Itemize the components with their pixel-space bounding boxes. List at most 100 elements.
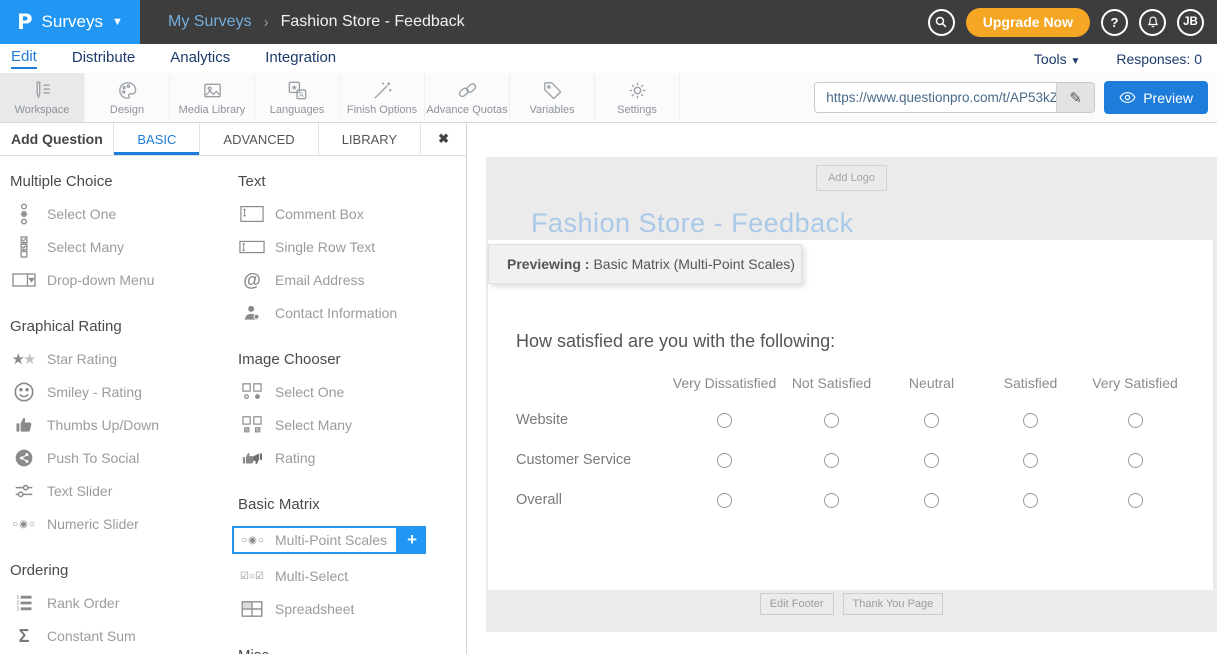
close-panel-button[interactable]: ✖ xyxy=(420,123,466,155)
at-icon: @ xyxy=(238,270,266,291)
topbar: P Surveys ▼ My Surveys › Fashion Store -… xyxy=(0,0,1217,44)
matrix-radio[interactable] xyxy=(1128,493,1143,508)
add-logo-button[interactable]: Add Logo xyxy=(816,165,887,191)
question-type-columns: Multiple Choice Select One Select Many xyxy=(0,156,466,654)
matrix-radio[interactable] xyxy=(717,493,732,508)
image-select-many-icon xyxy=(238,415,266,435)
matrix-radio[interactable] xyxy=(924,453,939,468)
edit-footer-button[interactable]: Edit Footer xyxy=(760,593,834,615)
nav-tab-analytics[interactable]: Analytics xyxy=(170,49,230,68)
matrix-row-label: Website xyxy=(516,400,668,440)
responses-count[interactable]: Responses: 0 xyxy=(1116,51,1202,67)
tab-basic[interactable]: BASIC xyxy=(113,123,199,155)
qtype-email-address[interactable]: @ Email Address xyxy=(238,269,466,291)
matrix-cell xyxy=(981,400,1080,440)
qtype-image-select-one[interactable]: Select One xyxy=(238,381,466,403)
matrix-radio[interactable] xyxy=(824,413,839,428)
survey-url-input[interactable] xyxy=(815,83,1056,112)
qtype-multi-select[interactable]: ☑○☑ Multi-Select xyxy=(238,565,466,587)
nav-tab-edit[interactable]: Edit xyxy=(11,48,37,69)
qtype-comment-box[interactable]: Comment Box xyxy=(238,203,466,225)
rank-order-icon: 123 xyxy=(10,593,38,613)
qtype-numeric-slider[interactable]: ○◉○ Numeric Slider xyxy=(10,513,238,535)
matrix-cell xyxy=(668,480,781,520)
qtype-single-row-text[interactable]: Single Row Text xyxy=(238,236,466,258)
topbar-actions: Upgrade Now ? JB xyxy=(928,8,1217,37)
tab-library[interactable]: LIBRARY xyxy=(318,123,420,155)
search-icon xyxy=(934,15,948,29)
toolbar-design[interactable]: Design xyxy=(85,73,170,122)
qtype-rank-order[interactable]: 123 Rank Order xyxy=(10,592,238,614)
toolbar-variables[interactable]: Variables xyxy=(510,73,595,122)
thumbs-up-icon xyxy=(10,415,38,435)
toolbar-languages[interactable]: ★ A Languages xyxy=(255,73,340,122)
qtype-image-rating[interactable]: Rating xyxy=(238,447,466,469)
matrix-radio[interactable] xyxy=(717,453,732,468)
qtype-multi-point-scales[interactable]: ○◉○ Multi-Point Scales + xyxy=(232,526,426,554)
multi-point-scales-box[interactable]: ○◉○ Multi-Point Scales xyxy=(232,526,398,554)
add-question-panel: Add Question BASIC ADVANCED LIBRARY ✖ Mu… xyxy=(0,123,467,654)
nav-tab-distribute[interactable]: Distribute xyxy=(72,49,135,68)
section-heading: Misc xyxy=(238,647,466,654)
edit-url-button[interactable]: ✎ xyxy=(1056,83,1094,112)
qtype-contact-information[interactable]: Contact Information xyxy=(238,302,466,324)
module-nav: Edit Distribute Analytics Integration To… xyxy=(0,44,1217,73)
matrix-cell xyxy=(668,400,781,440)
chevron-down-icon: ▼ xyxy=(112,16,123,28)
dropdown-icon xyxy=(10,272,38,288)
add-question-plus-button[interactable]: + xyxy=(398,526,426,554)
qtype-constant-sum[interactable]: Σ Constant Sum xyxy=(10,625,238,647)
matrix-cell xyxy=(781,400,882,440)
plus-icon: + xyxy=(407,530,417,550)
matrix-cell xyxy=(882,440,981,480)
search-button[interactable] xyxy=(928,9,955,36)
qtype-dropdown-menu[interactable]: Drop-down Menu xyxy=(10,269,238,291)
multi-select-icon: ☑○☑ xyxy=(238,571,266,582)
upgrade-now-button[interactable]: Upgrade Now xyxy=(966,8,1090,37)
media-library-icon xyxy=(201,79,224,102)
qtype-text-slider[interactable]: Text Slider xyxy=(10,480,238,502)
toolbar-media-library[interactable]: Media Library xyxy=(170,73,255,122)
text-slider-icon xyxy=(10,482,38,500)
qtype-spreadsheet[interactable]: Spreadsheet xyxy=(238,598,466,620)
matrix-radio[interactable] xyxy=(824,493,839,508)
qtype-push-to-social[interactable]: Push To Social xyxy=(10,447,238,469)
notifications-button[interactable] xyxy=(1139,9,1166,36)
qtype-image-select-many[interactable]: Select Many xyxy=(238,414,466,436)
workspace-icon xyxy=(31,79,54,102)
previewing-tooltip: Previewing :Basic Matrix (Multi-Point Sc… xyxy=(488,244,802,284)
qtype-select-one[interactable]: Select One xyxy=(10,203,238,225)
matrix-radio[interactable] xyxy=(1128,413,1143,428)
survey-url-field: ✎ xyxy=(814,82,1095,113)
toolbar-finish-options[interactable]: Finish Options xyxy=(340,73,425,122)
toolbar-workspace[interactable]: Workspace xyxy=(0,73,85,122)
matrix-radio[interactable] xyxy=(1128,453,1143,468)
sigma-icon: Σ xyxy=(10,626,38,647)
matrix-radio[interactable] xyxy=(1023,493,1038,508)
section-heading: Ordering xyxy=(10,562,238,579)
thank-you-page-button[interactable]: Thank You Page xyxy=(843,593,944,615)
avatar[interactable]: JB xyxy=(1177,9,1204,36)
matrix-radio[interactable] xyxy=(824,453,839,468)
tools-menu[interactable]: Tools ▼ xyxy=(1034,51,1080,67)
comment-box-icon xyxy=(238,205,266,223)
tab-advanced[interactable]: ADVANCED xyxy=(199,123,317,155)
nav-tab-integration[interactable]: Integration xyxy=(265,49,336,68)
toolbar-advance-quotas[interactable]: Advance Quotas xyxy=(425,73,510,122)
preview-button[interactable]: Preview xyxy=(1104,81,1208,114)
product-switcher[interactable]: P Surveys ▼ xyxy=(0,0,140,44)
breadcrumb-my-surveys[interactable]: My Surveys xyxy=(168,13,252,31)
matrix-radio[interactable] xyxy=(924,413,939,428)
matrix-radio[interactable] xyxy=(717,413,732,428)
qtype-star-rating[interactable]: ★★ Star Rating xyxy=(10,348,238,370)
qtype-smiley-rating[interactable]: Smiley - Rating xyxy=(10,381,238,403)
qtype-thumbs-up-down[interactable]: Thumbs Up/Down xyxy=(10,414,238,436)
matrix-radio[interactable] xyxy=(924,493,939,508)
toolbar-settings[interactable]: Settings xyxy=(595,73,680,122)
matrix-radio[interactable] xyxy=(1023,453,1038,468)
breadcrumb: My Surveys › Fashion Store - Feedback xyxy=(168,13,465,31)
matrix-radio[interactable] xyxy=(1023,413,1038,428)
languages-icon: ★ A xyxy=(286,79,309,102)
help-button[interactable]: ? xyxy=(1101,9,1128,36)
qtype-select-many[interactable]: Select Many xyxy=(10,236,238,258)
